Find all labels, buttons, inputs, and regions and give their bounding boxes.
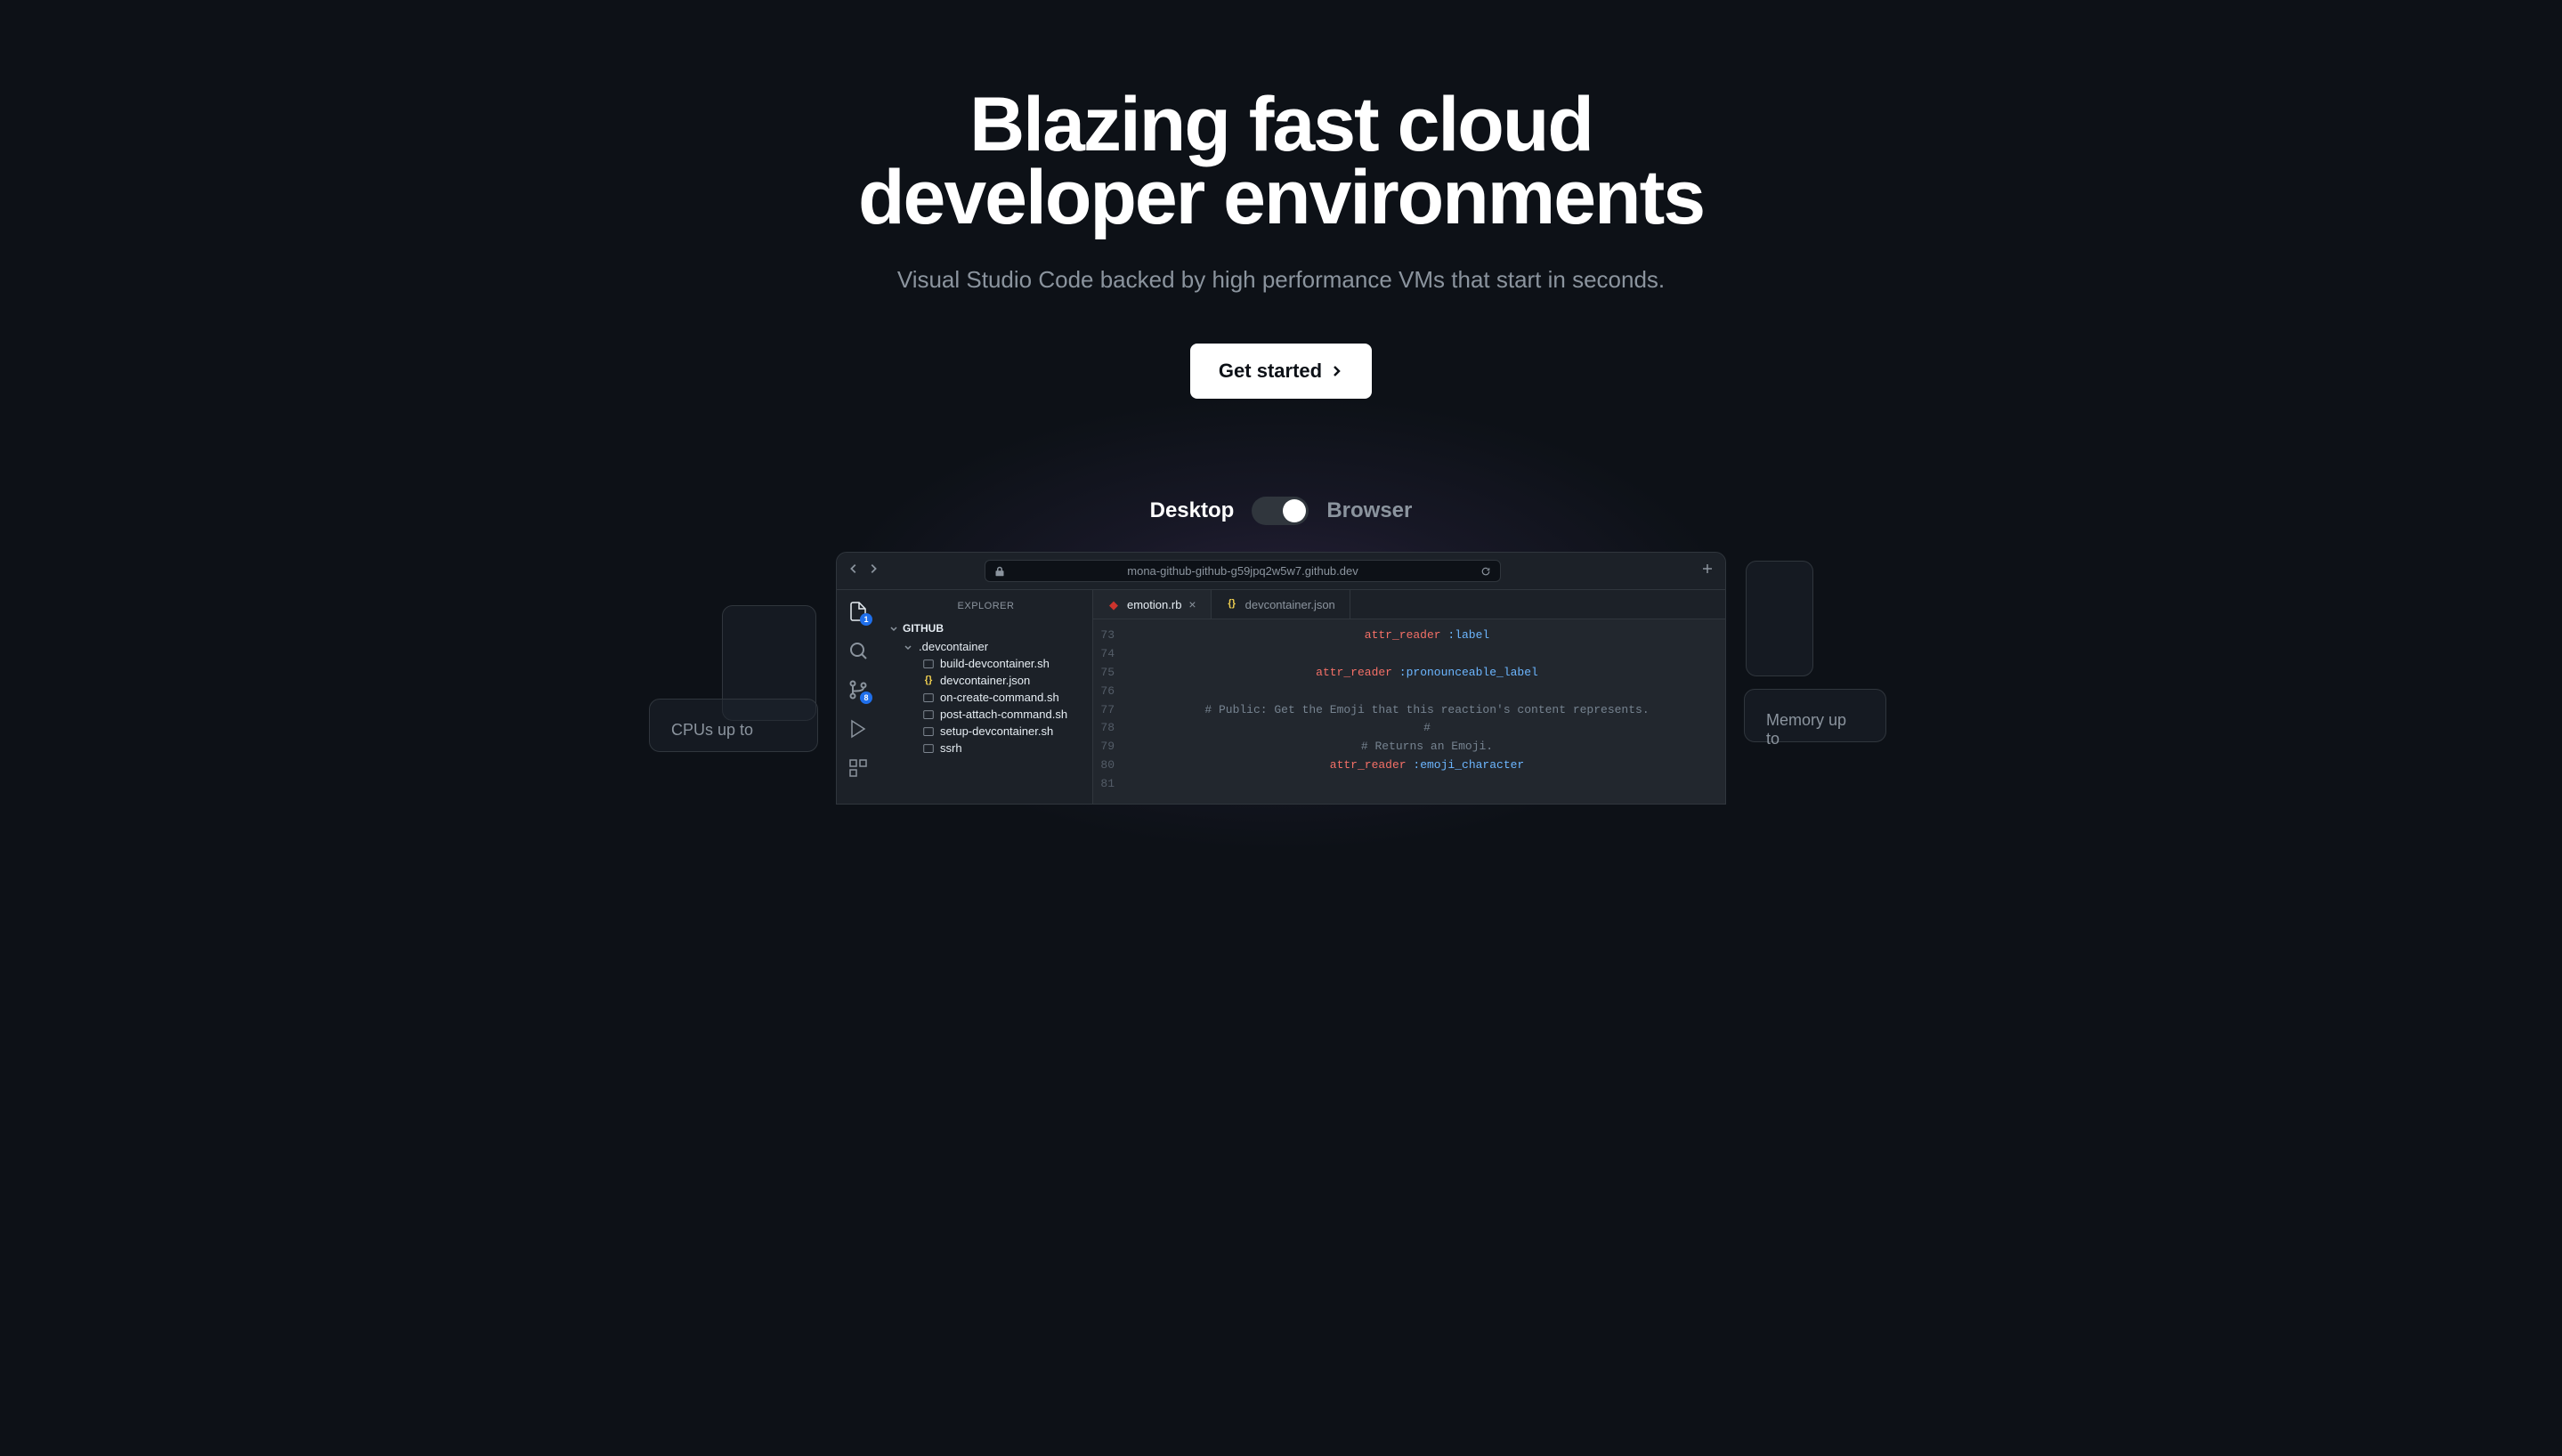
extensions-icon[interactable]: [847, 757, 869, 779]
explorer-header: EXPLORER: [880, 597, 1092, 619]
hero-subtitle: Visual Studio Code backed by high perfor…: [633, 266, 1929, 294]
workspace-name: GITHUB: [903, 622, 944, 635]
shell-file-icon: [922, 742, 935, 755]
file-name: devcontainer.json: [940, 674, 1030, 687]
cpu-text: CPUs up to: [671, 721, 753, 739]
hero-title-line2: developer environments: [858, 155, 1704, 240]
chevron-down-icon: [903, 642, 913, 652]
file-name: build-devcontainer.sh: [940, 657, 1050, 670]
chevron-right-icon: [1329, 364, 1343, 378]
file-post-attach[interactable]: post-attach-command.sh: [880, 706, 1092, 723]
file-name: on-create-command.sh: [940, 691, 1059, 704]
activity-bar: 1 8: [837, 590, 880, 804]
folder-name: .devcontainer: [919, 640, 988, 653]
nav-forward-button[interactable]: [867, 562, 880, 579]
scm-badge: 8: [860, 692, 872, 704]
code-area[interactable]: 737475767778798081 attr_reader :label at…: [1093, 619, 1725, 804]
file-explorer: EXPLORER GITHUB .devcontainer build-devc…: [880, 590, 1093, 804]
shell-file-icon: [922, 725, 935, 738]
search-icon[interactable]: [847, 640, 869, 661]
files-badge: 1: [860, 613, 872, 626]
view-toggle: Desktop Browser: [633, 497, 1929, 525]
tab-name: emotion.rb: [1127, 598, 1181, 611]
ruby-file-icon: ◆: [1107, 598, 1120, 611]
shell-file-icon: [922, 708, 935, 721]
toggle-desktop-label[interactable]: Desktop: [1150, 498, 1235, 523]
source-control-icon[interactable]: 8: [847, 679, 869, 700]
refresh-icon[interactable]: [1480, 566, 1491, 577]
get-started-button[interactable]: Get started: [1190, 344, 1372, 399]
workspace-section[interactable]: GITHUB: [880, 619, 1092, 638]
file-ssrh[interactable]: ssrh: [880, 740, 1092, 756]
debug-icon[interactable]: [847, 718, 869, 740]
url-text: mona-github-github-g59jpq2w5w7.github.de…: [1012, 564, 1473, 578]
memory-text: Memory up to: [1766, 711, 1846, 748]
cta-label: Get started: [1219, 360, 1322, 383]
browser-chrome: mona-github-github-g59jpq2w5w7.github.de…: [837, 553, 1725, 590]
lock-icon: [994, 566, 1005, 577]
editor-window: mona-github-github-g59jpq2w5w7.github.de…: [836, 552, 1726, 805]
file-name: ssrh: [940, 741, 962, 755]
close-tab-button[interactable]: ×: [1188, 597, 1196, 611]
hero-title: Blazing fast cloud developer environment…: [633, 89, 1929, 234]
shell-file-icon: [922, 692, 935, 704]
memory-card: Memory up to: [1744, 689, 1886, 742]
folder-devcontainer[interactable]: .devcontainer: [880, 638, 1092, 655]
tab-emotion-rb[interactable]: ◆ emotion.rb ×: [1093, 590, 1212, 619]
file-on-create[interactable]: on-create-command.sh: [880, 689, 1092, 706]
toggle-browser-label[interactable]: Browser: [1326, 498, 1412, 523]
line-numbers: 737475767778798081: [1093, 627, 1129, 804]
file-build-devcontainer[interactable]: build-devcontainer.sh: [880, 655, 1092, 672]
editor-tabs: ◆ emotion.rb × {} devcontainer.json: [1093, 590, 1725, 619]
file-name: setup-devcontainer.sh: [940, 724, 1053, 738]
explorer-icon[interactable]: 1: [847, 601, 869, 622]
file-devcontainer-json[interactable]: {} devcontainer.json: [880, 672, 1092, 689]
code-editor: ◆ emotion.rb × {} devcontainer.json 7374…: [1093, 590, 1725, 804]
json-file-icon: {}: [1226, 598, 1238, 611]
tab-devcontainer-json[interactable]: {} devcontainer.json: [1212, 590, 1350, 619]
shell-file-icon: [922, 658, 935, 670]
file-name: post-attach-command.sh: [940, 708, 1067, 721]
url-bar[interactable]: mona-github-github-g59jpq2w5w7.github.de…: [985, 560, 1501, 582]
tab-name: devcontainer.json: [1245, 598, 1335, 611]
json-file-icon: {}: [922, 675, 935, 687]
new-tab-button[interactable]: [1700, 562, 1715, 580]
toggle-switch[interactable]: [1252, 497, 1309, 525]
chevron-down-icon: [888, 623, 899, 634]
feature-card: [1746, 561, 1813, 676]
cpu-card: CPUs up to: [649, 699, 818, 752]
nav-back-button[interactable]: [847, 562, 860, 579]
code-content: attr_reader :label attr_reader :pronounc…: [1129, 627, 1725, 804]
toggle-knob: [1283, 499, 1306, 522]
file-setup-devcontainer[interactable]: setup-devcontainer.sh: [880, 723, 1092, 740]
